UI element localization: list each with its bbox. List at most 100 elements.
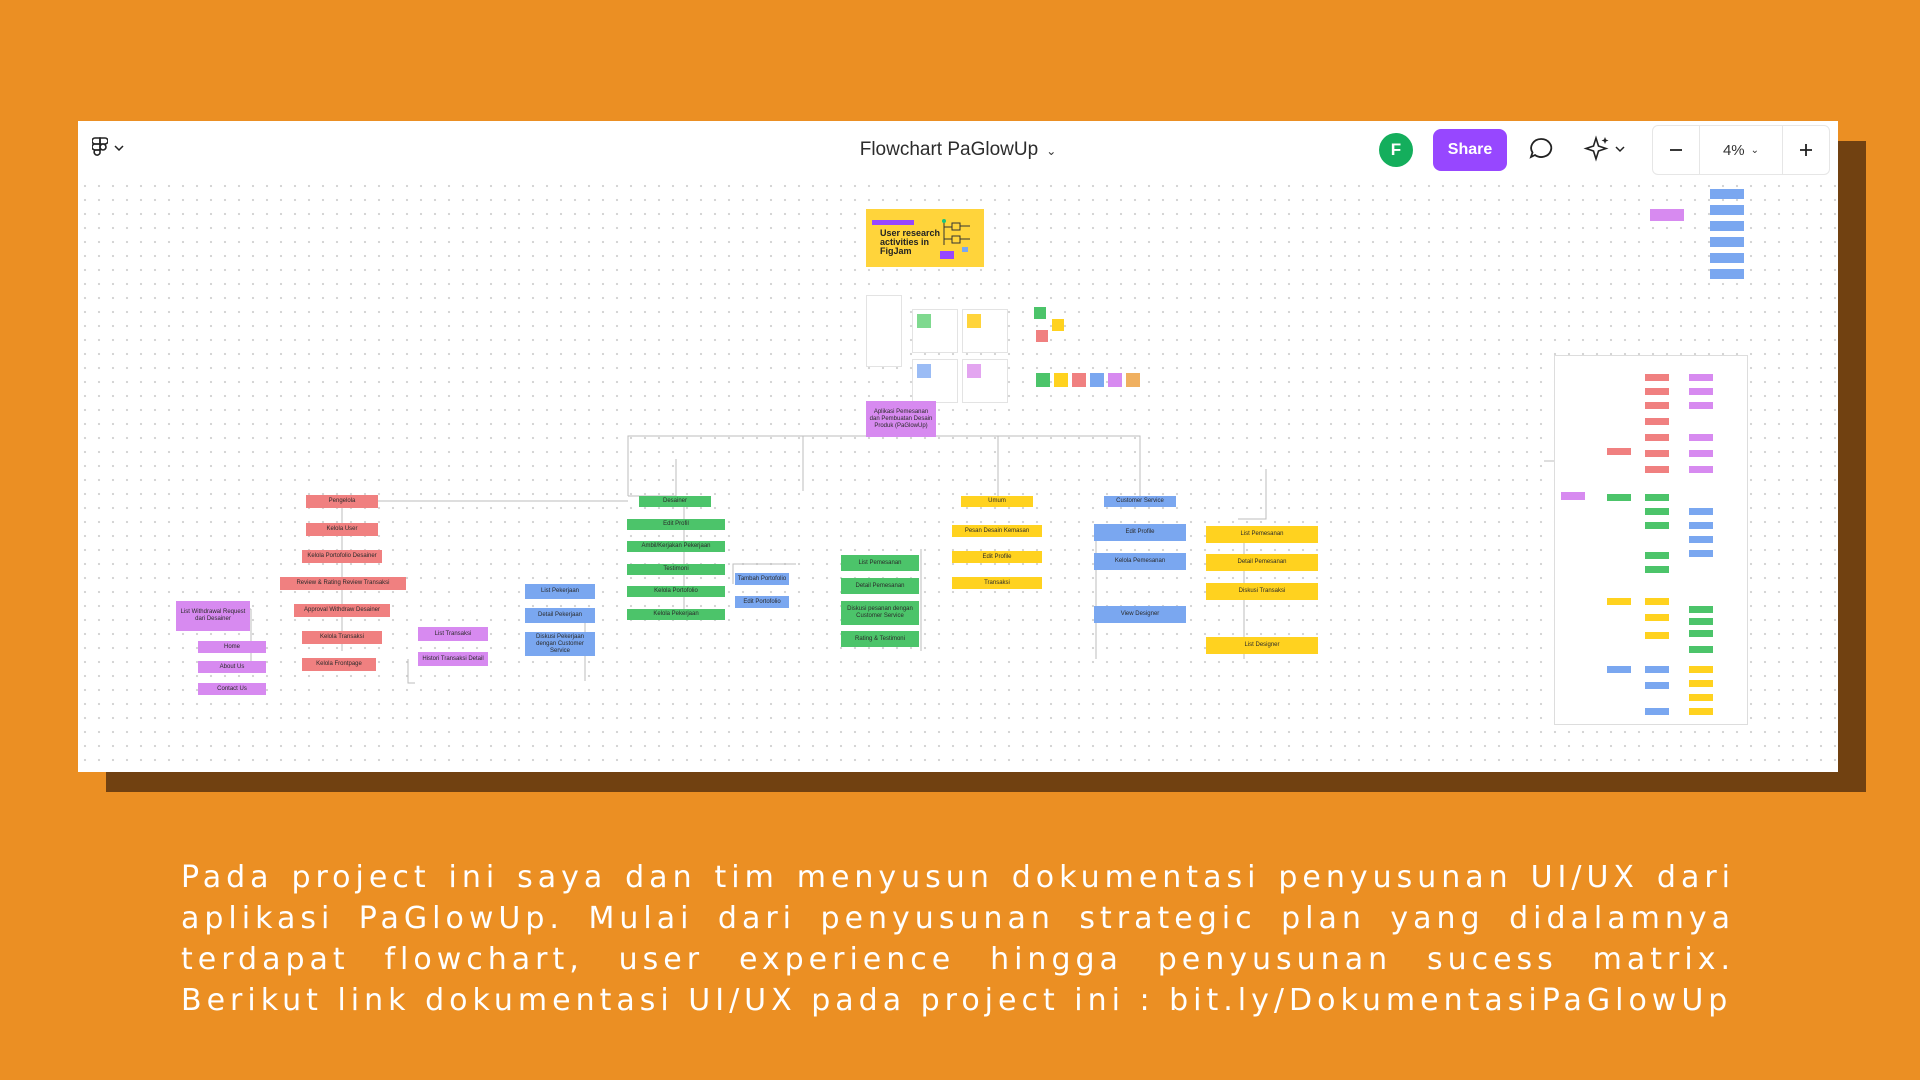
zoom-level-dropdown[interactable]: 4% ⌄ [1699, 126, 1783, 174]
minus-icon [1670, 149, 1682, 151]
mini-doc-thumbnail[interactable] [912, 359, 958, 403]
mini-node [1645, 434, 1669, 441]
user-header-node[interactable]: Umum [961, 496, 1033, 507]
portfolio-node[interactable]: Edit Portofolio [735, 596, 789, 608]
user-item-node[interactable]: Edit Profile [952, 551, 1042, 563]
zoom-in-button[interactable] [1783, 126, 1829, 174]
overview-frame[interactable] [1554, 355, 1748, 725]
admin-item-node[interactable]: Approval Withdraw Desainer [294, 604, 390, 617]
cs-list-node[interactable]: Detail Pemesanan [1206, 554, 1318, 571]
frontpage-node[interactable]: About Us [198, 661, 266, 673]
avatar[interactable]: F [1379, 133, 1413, 167]
transaksi-node[interactable]: Histori Transaksi Detail [418, 652, 488, 666]
plus-icon [1800, 144, 1812, 156]
mini-node[interactable] [1710, 221, 1744, 231]
designer-item-node[interactable]: Kelola Portofolio [627, 586, 725, 597]
mini-node [1645, 632, 1669, 639]
mini-node[interactable] [1650, 209, 1684, 221]
mini-flow-thumbnail[interactable] [1024, 295, 1064, 369]
mini-node [1645, 566, 1669, 573]
frontpage-node[interactable]: Contact Us [198, 683, 266, 695]
mini-node [1689, 618, 1713, 625]
research-template-card[interactable]: User research activities in FigJam [866, 209, 984, 267]
board-canvas[interactable]: User research activities in FigJam Aplik… [78, 179, 1838, 772]
portfolio-node[interactable]: Tambah Portofolio [735, 573, 789, 585]
customer-item-node[interactable]: Diskusi pesanan dengan Customer Service [841, 601, 919, 625]
mini-node[interactable] [1710, 269, 1744, 279]
customer-item-node[interactable]: Detail Pemesanan [841, 578, 919, 594]
diagram-thumbnail-icon [940, 219, 970, 259]
mini-node [1689, 708, 1713, 715]
mini-node [1607, 598, 1631, 605]
admin-item-node[interactable]: Kelola Portofolio Desainer [302, 550, 382, 563]
ai-tools-button[interactable] [1582, 134, 1628, 169]
mini-node [1645, 614, 1669, 621]
user-item-node[interactable]: Transaksi [952, 577, 1042, 589]
mini-node[interactable] [1710, 253, 1744, 263]
designer-item-node[interactable]: Kelola Pekerjaan [627, 609, 725, 620]
mini-node [1689, 680, 1713, 687]
cs-list-node[interactable]: Diskusi Transaksi [1206, 583, 1318, 600]
comment-bubble-icon[interactable] [1526, 134, 1556, 169]
mini-node [1645, 508, 1669, 515]
mini-node[interactable] [1710, 237, 1744, 247]
withdraw-list-node[interactable]: List Withdrawal Request dari Desainer [176, 601, 250, 631]
mini-node [1645, 388, 1669, 395]
customer-item-node[interactable]: List Pemesanan [841, 555, 919, 571]
mini-node [1645, 552, 1669, 559]
mini-node [1689, 508, 1713, 515]
mini-node[interactable] [1710, 189, 1744, 199]
mini-node [1689, 646, 1713, 653]
user-item-node[interactable]: Pesan Desain Kemasan [952, 525, 1042, 537]
pekerjaan-node[interactable]: Detail Pekerjaan [525, 608, 595, 623]
admin-item-node[interactable]: Review & Rating Review Transaksi [280, 577, 406, 590]
chevron-down-icon: ⌄ [1046, 144, 1057, 158]
root-node[interactable]: Aplikasi Pemesanan dan Pembuatan Desain … [866, 401, 936, 437]
mini-node [1645, 374, 1669, 381]
pekerjaan-node[interactable]: Diskusi Pekerjaan dengan Customer Servic… [525, 632, 595, 656]
designer-item-node[interactable]: Edit Profil [627, 519, 725, 530]
admin-item-node[interactable]: Kelola Transaksi [302, 631, 382, 644]
mini-doc-thumbnail[interactable] [962, 359, 1008, 403]
cs-item-node[interactable]: Kelola Pemesanan [1094, 553, 1186, 570]
mini-node [1645, 494, 1669, 501]
zoom-out-button[interactable] [1653, 126, 1699, 174]
mini-node [1645, 418, 1669, 425]
mini-node [1607, 494, 1631, 501]
mini-doc-thumbnail[interactable] [962, 309, 1008, 353]
cs-list-node[interactable]: List Pemesanan [1206, 526, 1318, 543]
cs-header-node[interactable]: Customer Service [1104, 496, 1176, 507]
transaksi-node[interactable]: List Transaksi [418, 627, 488, 641]
share-button[interactable]: Share [1433, 129, 1507, 171]
mini-node [1645, 598, 1669, 605]
designer-header-node[interactable]: Desainer [639, 496, 711, 507]
cs-item-node[interactable]: Edit Profile [1094, 524, 1186, 541]
mini-node [1645, 522, 1669, 529]
file-title: Flowchart PaGlowUp [859, 139, 1039, 160]
mini-node [1689, 630, 1713, 637]
file-title-button[interactable]: Flowchart PaGlowUp ⌄ [78, 139, 1838, 161]
frontpage-node[interactable]: Home [198, 641, 266, 653]
mini-doc-thumbnail[interactable] [912, 309, 958, 353]
admin-item-node[interactable]: Kelola Frontpage [302, 658, 376, 671]
mini-node[interactable] [1710, 205, 1744, 215]
admin-header-node[interactable]: Pengelola [306, 495, 378, 508]
mini-node [1689, 388, 1713, 395]
cs-list-node[interactable]: List Designer [1206, 637, 1318, 654]
color-sticky-row [1036, 373, 1140, 387]
sparkle-ai-icon [1583, 135, 1625, 162]
mini-node [1689, 402, 1713, 409]
mini-node [1689, 666, 1713, 673]
mini-node [1689, 434, 1713, 441]
mini-node [1607, 448, 1631, 455]
mini-doc-thumbnail[interactable] [866, 295, 902, 367]
designer-item-node[interactable]: Testimoni [627, 564, 725, 575]
pekerjaan-node[interactable]: List Pekerjaan [525, 584, 595, 599]
customer-item-node[interactable]: Rating & Testimoni [841, 631, 919, 647]
mini-node [1607, 666, 1631, 673]
mini-node [1689, 550, 1713, 557]
template-label-badge [872, 220, 914, 225]
cs-item-node[interactable]: View Designer [1094, 606, 1186, 623]
designer-item-node[interactable]: Ambil/Kerjakan Pekerjaan [627, 541, 725, 552]
admin-item-node[interactable]: Kelola User [306, 523, 378, 536]
